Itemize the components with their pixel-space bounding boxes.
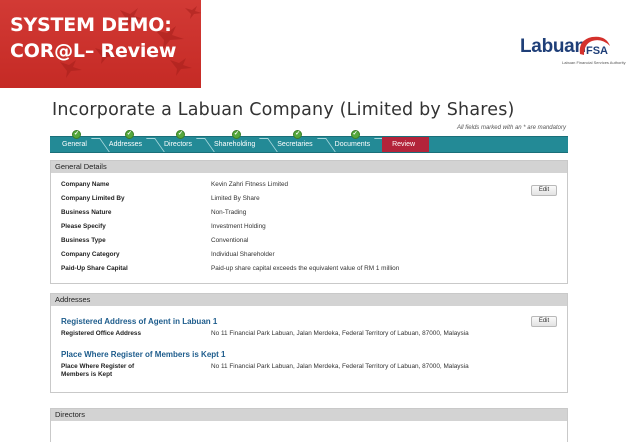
- field-row: Business Type Conventional: [61, 237, 248, 244]
- slide-title-banner: SYSTEM DEMO: COR@L– Review: [0, 0, 201, 88]
- mandatory-note: All fields marked with an * are mandator…: [456, 125, 566, 131]
- agent-address-heading: Registered Address of Agent in Labuan 1: [61, 317, 218, 326]
- field-label: Place Where Register of: [61, 363, 135, 370]
- field-row: Registered Office Address No 11 Financia…: [61, 330, 469, 337]
- field-row: Company Limited By Limited By Share: [61, 195, 260, 202]
- field-value: Non-Trading: [211, 209, 247, 216]
- field-row: Please Specify Investment Holding: [61, 223, 266, 230]
- step-addresses[interactable]: ✓ Addresses: [99, 130, 154, 152]
- field-label: Members is Kept: [61, 371, 113, 378]
- field-value: Limited By Share: [211, 195, 260, 202]
- register-members-heading: Place Where Register of Members is Kept …: [61, 350, 226, 359]
- field-label: Paid-Up Share Capital: [61, 265, 128, 272]
- field-row: Company Category Individual Shareholder: [61, 251, 275, 258]
- field-label: Business Nature: [61, 209, 112, 216]
- field-value: Kevin Zahri Fitness Limited: [211, 181, 289, 188]
- step-label: Documents: [334, 141, 371, 148]
- slide-title: SYSTEM DEMO: COR@L– Review: [10, 12, 176, 64]
- step-label: Secretaries: [277, 141, 313, 148]
- step-label: Review: [392, 141, 416, 148]
- application-screenshot: Incorporate a Labuan Company (Limited by…: [46, 96, 572, 442]
- field-value: No 11 Financial Park Labuan, Jalan Merde…: [211, 363, 469, 370]
- field-value: Conventional: [211, 237, 249, 244]
- field-row: Business Nature Non-Trading: [61, 209, 246, 216]
- directors-panel: Directors: [50, 408, 568, 442]
- logo-subtitle: Labuan Financial Services Authority: [562, 60, 626, 65]
- check-icon: ✓: [350, 130, 360, 139]
- logo-suffix: FSA: [586, 45, 608, 57]
- field-row: Company Name Kevin Zahri Fitness Limited: [61, 181, 288, 188]
- step-label: Shareholding: [214, 141, 256, 148]
- check-icon: ✓: [72, 130, 81, 139]
- field-value: No 11 Financial Park Labuan, Jalan Merde…: [211, 330, 469, 337]
- panel-header: Addresses: [51, 294, 567, 306]
- slide-title-line1: SYSTEM DEMO:: [10, 14, 172, 36]
- page-title: Incorporate a Labuan Company (Limited by…: [52, 100, 515, 120]
- edit-general-button[interactable]: Edit: [531, 185, 557, 196]
- check-icon: ✓: [175, 130, 185, 139]
- step-directors[interactable]: ✓ Directors: [154, 130, 204, 152]
- check-icon: ✓: [232, 130, 241, 139]
- field-label: Company Limited By: [61, 195, 125, 202]
- wizard-steps: ✓ General ✓ Addresses ✓ Directors ✓ Shar…: [50, 130, 568, 153]
- step-general[interactable]: ✓ General: [50, 130, 99, 152]
- field-value: Individual Shareholder: [211, 251, 275, 258]
- step-secretaries[interactable]: ✓ Secretaries: [267, 130, 324, 152]
- edit-addresses-button[interactable]: Edit: [531, 316, 557, 327]
- step-documents[interactable]: ✓ Documents: [325, 130, 382, 152]
- field-label: Company Category: [61, 251, 120, 258]
- general-details-panel: General Details Edit Company Name Kevin …: [50, 160, 568, 284]
- step-shareholding[interactable]: ✓ Shareholding: [204, 130, 267, 152]
- step-review[interactable]: Review: [382, 137, 430, 152]
- step-label: Directors: [163, 141, 192, 148]
- check-icon: ✓: [124, 130, 134, 139]
- field-row: Paid-Up Share Capital Paid-up share capi…: [61, 265, 399, 272]
- step-label: General: [62, 141, 87, 148]
- field-label: Business Type: [61, 237, 106, 244]
- check-icon: ✓: [293, 130, 303, 139]
- labuan-fsa-logo: Labuan FSA Labuan Financial Services Aut…: [520, 34, 626, 68]
- panel-header: Directors: [51, 409, 567, 421]
- field-label: Registered Office Address: [61, 330, 142, 337]
- slide-title-line2: COR@L– Review: [10, 40, 177, 62]
- field-row: Place Where Register of Members is Kept …: [61, 363, 469, 379]
- panel-header: General Details: [51, 161, 567, 173]
- field-value: Paid-up share capital exceeds the equiva…: [211, 265, 400, 272]
- field-label: Company Name: [61, 181, 110, 188]
- addresses-panel: Addresses Edit Registered Address of Age…: [50, 293, 568, 393]
- field-value: Investment Holding: [211, 223, 266, 230]
- fsa-emblem-icon: FSA: [579, 36, 610, 57]
- field-label: Please Specify: [61, 223, 106, 230]
- step-label: Addresses: [108, 141, 142, 148]
